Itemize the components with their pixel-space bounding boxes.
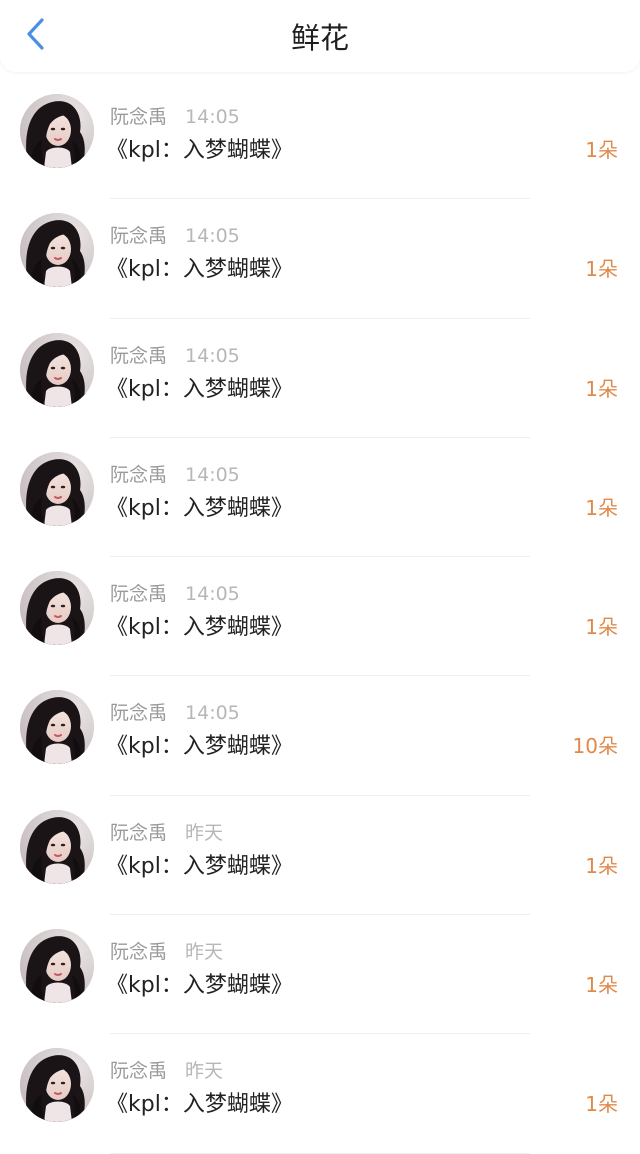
timestamp: 14:05	[185, 225, 240, 248]
list-item[interactable]: 阮念禹 14:05 《kpl：入梦蝴蝶》 1朵	[0, 199, 640, 319]
item-meta: 阮念禹 昨天	[110, 937, 223, 964]
flower-count: 10朵	[572, 734, 618, 759]
list-item[interactable]: 阮念禹 昨天 《kpl：入梦蝴蝶》 1朵	[0, 1034, 640, 1154]
sender-name: 阮念禹	[110, 941, 168, 964]
timestamp: 14:05	[185, 702, 240, 725]
timestamp: 14:05	[185, 583, 240, 606]
portrait-image	[20, 213, 94, 288]
item-meta: 阮念禹 14:05	[110, 221, 240, 248]
flower-gift-list: 阮念禹 14:05 《kpl：入梦蝴蝶》 1朵 阮念禹 14:05 《kpl：入梦蝴…	[0, 80, 640, 1154]
list-item[interactable]: 阮念禹 昨天 《kpl：入梦蝴蝶》 1朵	[0, 796, 640, 916]
item-meta: 阮念禹 14:05	[110, 698, 240, 725]
chevron-left-icon	[25, 17, 47, 55]
timestamp: 昨天	[185, 1060, 224, 1083]
avatar[interactable]	[20, 94, 94, 168]
portrait-image	[20, 1048, 94, 1123]
list-item[interactable]: 阮念禹 14:05 《kpl：入梦蝴蝶》 1朵	[0, 319, 640, 438]
song-title: 《kpl：入梦蝴蝶》	[106, 734, 293, 760]
back-button[interactable]	[16, 16, 56, 56]
sender-name: 阮念禹	[110, 702, 168, 725]
portrait-image	[20, 332, 94, 407]
portrait-image	[20, 929, 94, 1004]
flower-count: 1朵	[585, 1092, 618, 1117]
list-item[interactable]: 阮念禹 14:05 《kpl：入梦蝴蝶》 1朵	[0, 438, 640, 558]
portrait-image	[20, 451, 94, 526]
sender-name: 阮念禹	[110, 463, 168, 486]
portrait-image	[20, 571, 94, 646]
list-item[interactable]: 阮念禹 14:05 《kpl：入梦蝴蝶》 10朵	[0, 676, 640, 796]
avatar[interactable]	[20, 1048, 94, 1123]
portrait-image	[20, 690, 94, 765]
portrait-image	[20, 809, 94, 884]
timestamp: 昨天	[185, 941, 224, 964]
avatar[interactable]	[20, 571, 94, 646]
song-title: 《kpl：入梦蝴蝶》	[106, 376, 293, 402]
timestamp: 14:05	[185, 344, 240, 367]
sender-name: 阮念禹	[110, 583, 168, 606]
avatar[interactable]	[20, 929, 94, 1004]
timestamp: 14:05	[185, 463, 240, 486]
avatar[interactable]	[20, 690, 94, 765]
flower-count: 1朵	[585, 376, 618, 401]
item-meta: 阮念禹 昨天	[110, 1056, 223, 1083]
avatar[interactable]	[20, 451, 94, 526]
avatar[interactable]	[20, 213, 94, 288]
portrait-image	[20, 94, 94, 168]
page-title: 鲜花	[290, 21, 349, 55]
item-meta: 阮念禹 14:05	[110, 460, 240, 487]
sender-name: 阮念禹	[110, 225, 168, 248]
avatar[interactable]	[20, 332, 94, 407]
timestamp: 14:05	[185, 106, 240, 128]
flower-count: 1朵	[585, 495, 618, 520]
item-meta: 阮念禹 14:05	[110, 579, 240, 606]
song-title: 《kpl：入梦蝴蝶》	[106, 1092, 293, 1118]
avatar[interactable]	[20, 809, 94, 884]
top-nav-bar: 鲜花	[0, 0, 640, 72]
item-meta: 阮念禹 昨天	[110, 818, 223, 845]
sender-name: 阮念禹	[110, 1060, 168, 1083]
item-meta: 阮念禹 14:05	[110, 341, 240, 368]
list-item[interactable]: 阮念禹 昨天 《kpl：入梦蝴蝶》 1朵	[0, 915, 640, 1035]
list-item[interactable]: 阮念禹 14:05 《kpl：入梦蝴蝶》 1朵	[0, 80, 640, 200]
sender-name: 阮念禹	[110, 106, 168, 128]
song-title: 《kpl：入梦蝴蝶》	[106, 495, 293, 521]
song-title: 《kpl：入梦蝴蝶》	[106, 138, 293, 163]
sender-name: 阮念禹	[110, 344, 168, 367]
song-title: 《kpl：入梦蝴蝶》	[106, 973, 293, 999]
sender-name: 阮念禹	[110, 821, 168, 844]
timestamp: 昨天	[185, 821, 224, 844]
song-title: 《kpl：入梦蝴蝶》	[106, 853, 293, 879]
song-title: 《kpl：入梦蝴蝶》	[106, 257, 293, 283]
flower-count: 1朵	[585, 615, 618, 640]
song-title: 《kpl：入梦蝴蝶》	[106, 615, 293, 641]
flower-count: 1朵	[585, 973, 618, 998]
list-item[interactable]: 阮念禹 14:05 《kpl：入梦蝴蝶》 1朵	[0, 557, 640, 677]
item-meta: 阮念禹 14:05	[110, 102, 240, 129]
flower-count: 1朵	[585, 138, 618, 162]
flower-count: 1朵	[585, 257, 618, 282]
flower-count: 1朵	[585, 853, 618, 878]
